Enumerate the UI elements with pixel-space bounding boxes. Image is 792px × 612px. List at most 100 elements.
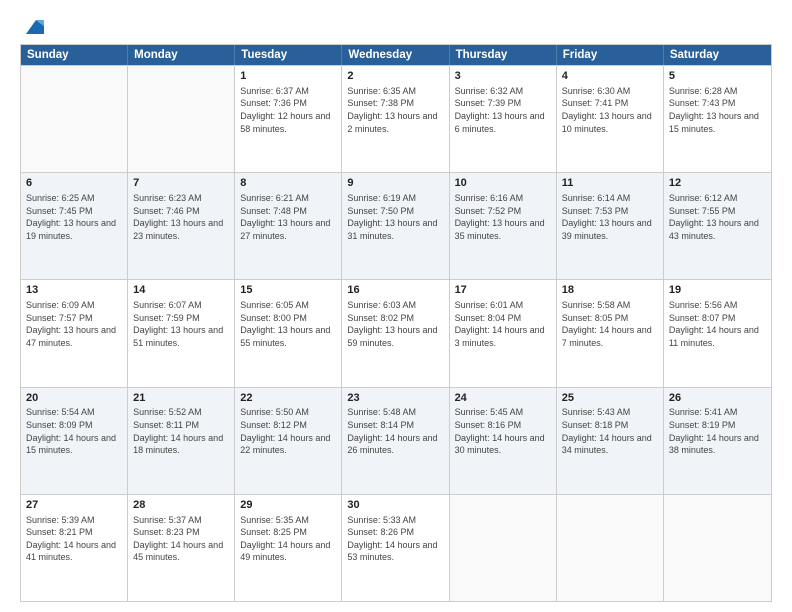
- calendar-cell-3-4: 24Sunrise: 5:45 AMSunset: 8:16 PMDayligh…: [450, 388, 557, 494]
- day-number: 4: [562, 69, 658, 84]
- calendar-cell-4-1: 28Sunrise: 5:37 AMSunset: 8:23 PMDayligh…: [128, 495, 235, 601]
- day-info: Sunrise: 5:39 AMSunset: 8:21 PMDaylight:…: [26, 514, 122, 564]
- day-number: 3: [455, 69, 551, 84]
- calendar-cell-4-0: 27Sunrise: 5:39 AMSunset: 8:21 PMDayligh…: [21, 495, 128, 601]
- day-info: Sunrise: 6:14 AMSunset: 7:53 PMDaylight:…: [562, 192, 658, 242]
- calendar-cell-0-0: [21, 66, 128, 172]
- calendar-cell-0-1: [128, 66, 235, 172]
- day-number: 2: [347, 69, 443, 84]
- day-number: 27: [26, 498, 122, 513]
- day-info: Sunrise: 6:21 AMSunset: 7:48 PMDaylight:…: [240, 192, 336, 242]
- day-number: 9: [347, 176, 443, 191]
- day-info: Sunrise: 6:35 AMSunset: 7:38 PMDaylight:…: [347, 85, 443, 135]
- calendar-cell-2-2: 15Sunrise: 6:05 AMSunset: 8:00 PMDayligh…: [235, 280, 342, 386]
- calendar-cell-3-0: 20Sunrise: 5:54 AMSunset: 8:09 PMDayligh…: [21, 388, 128, 494]
- header-day-thursday: Thursday: [450, 45, 557, 65]
- day-number: 18: [562, 283, 658, 298]
- calendar-cell-1-5: 11Sunrise: 6:14 AMSunset: 7:53 PMDayligh…: [557, 173, 664, 279]
- day-info: Sunrise: 5:41 AMSunset: 8:19 PMDaylight:…: [669, 406, 766, 456]
- calendar-cell-2-5: 18Sunrise: 5:58 AMSunset: 8:05 PMDayligh…: [557, 280, 664, 386]
- calendar-cell-0-6: 5Sunrise: 6:28 AMSunset: 7:43 PMDaylight…: [664, 66, 771, 172]
- page: SundayMondayTuesdayWednesdayThursdayFrid…: [0, 0, 792, 612]
- day-number: 16: [347, 283, 443, 298]
- calendar-cell-1-0: 6Sunrise: 6:25 AMSunset: 7:45 PMDaylight…: [21, 173, 128, 279]
- day-number: 30: [347, 498, 443, 513]
- day-info: Sunrise: 5:45 AMSunset: 8:16 PMDaylight:…: [455, 406, 551, 456]
- calendar-cell-2-4: 17Sunrise: 6:01 AMSunset: 8:04 PMDayligh…: [450, 280, 557, 386]
- day-number: 15: [240, 283, 336, 298]
- calendar-cell-0-2: 1Sunrise: 6:37 AMSunset: 7:36 PMDaylight…: [235, 66, 342, 172]
- calendar-cell-4-4: [450, 495, 557, 601]
- calendar-row-2: 13Sunrise: 6:09 AMSunset: 7:57 PMDayligh…: [21, 279, 771, 386]
- day-number: 12: [669, 176, 766, 191]
- day-info: Sunrise: 5:48 AMSunset: 8:14 PMDaylight:…: [347, 406, 443, 456]
- day-info: Sunrise: 6:01 AMSunset: 8:04 PMDaylight:…: [455, 299, 551, 349]
- calendar-row-3: 20Sunrise: 5:54 AMSunset: 8:09 PMDayligh…: [21, 387, 771, 494]
- day-info: Sunrise: 6:25 AMSunset: 7:45 PMDaylight:…: [26, 192, 122, 242]
- calendar-row-1: 6Sunrise: 6:25 AMSunset: 7:45 PMDaylight…: [21, 172, 771, 279]
- day-info: Sunrise: 5:58 AMSunset: 8:05 PMDaylight:…: [562, 299, 658, 349]
- day-info: Sunrise: 6:05 AMSunset: 8:00 PMDaylight:…: [240, 299, 336, 349]
- day-number: 11: [562, 176, 658, 191]
- day-number: 1: [240, 69, 336, 84]
- day-number: 5: [669, 69, 766, 84]
- day-info: Sunrise: 5:43 AMSunset: 8:18 PMDaylight:…: [562, 406, 658, 456]
- day-info: Sunrise: 6:28 AMSunset: 7:43 PMDaylight:…: [669, 85, 766, 135]
- calendar-cell-3-3: 23Sunrise: 5:48 AMSunset: 8:14 PMDayligh…: [342, 388, 449, 494]
- day-info: Sunrise: 6:03 AMSunset: 8:02 PMDaylight:…: [347, 299, 443, 349]
- day-info: Sunrise: 5:54 AMSunset: 8:09 PMDaylight:…: [26, 406, 122, 456]
- calendar-body: 1Sunrise: 6:37 AMSunset: 7:36 PMDaylight…: [21, 65, 771, 601]
- calendar-cell-2-0: 13Sunrise: 6:09 AMSunset: 7:57 PMDayligh…: [21, 280, 128, 386]
- day-info: Sunrise: 5:37 AMSunset: 8:23 PMDaylight:…: [133, 514, 229, 564]
- day-info: Sunrise: 5:35 AMSunset: 8:25 PMDaylight:…: [240, 514, 336, 564]
- calendar-row-4: 27Sunrise: 5:39 AMSunset: 8:21 PMDayligh…: [21, 494, 771, 601]
- calendar-cell-2-6: 19Sunrise: 5:56 AMSunset: 8:07 PMDayligh…: [664, 280, 771, 386]
- calendar-cell-4-3: 30Sunrise: 5:33 AMSunset: 8:26 PMDayligh…: [342, 495, 449, 601]
- day-number: 8: [240, 176, 336, 191]
- day-number: 20: [26, 391, 122, 406]
- day-number: 7: [133, 176, 229, 191]
- day-info: Sunrise: 6:30 AMSunset: 7:41 PMDaylight:…: [562, 85, 658, 135]
- calendar-cell-1-4: 10Sunrise: 6:16 AMSunset: 7:52 PMDayligh…: [450, 173, 557, 279]
- calendar-row-0: 1Sunrise: 6:37 AMSunset: 7:36 PMDaylight…: [21, 65, 771, 172]
- logo: [20, 16, 44, 34]
- calendar-cell-0-3: 2Sunrise: 6:35 AMSunset: 7:38 PMDaylight…: [342, 66, 449, 172]
- day-number: 17: [455, 283, 551, 298]
- day-info: Sunrise: 6:16 AMSunset: 7:52 PMDaylight:…: [455, 192, 551, 242]
- calendar-cell-4-2: 29Sunrise: 5:35 AMSunset: 8:25 PMDayligh…: [235, 495, 342, 601]
- header: [20, 16, 772, 34]
- calendar-cell-3-6: 26Sunrise: 5:41 AMSunset: 8:19 PMDayligh…: [664, 388, 771, 494]
- header-day-monday: Monday: [128, 45, 235, 65]
- header-day-sunday: Sunday: [21, 45, 128, 65]
- day-info: Sunrise: 6:23 AMSunset: 7:46 PMDaylight:…: [133, 192, 229, 242]
- day-number: 24: [455, 391, 551, 406]
- header-day-tuesday: Tuesday: [235, 45, 342, 65]
- day-number: 25: [562, 391, 658, 406]
- header-day-wednesday: Wednesday: [342, 45, 449, 65]
- calendar-cell-4-5: [557, 495, 664, 601]
- day-info: Sunrise: 6:07 AMSunset: 7:59 PMDaylight:…: [133, 299, 229, 349]
- calendar-cell-3-1: 21Sunrise: 5:52 AMSunset: 8:11 PMDayligh…: [128, 388, 235, 494]
- calendar-cell-1-2: 8Sunrise: 6:21 AMSunset: 7:48 PMDaylight…: [235, 173, 342, 279]
- day-info: Sunrise: 6:19 AMSunset: 7:50 PMDaylight:…: [347, 192, 443, 242]
- calendar-header: SundayMondayTuesdayWednesdayThursdayFrid…: [21, 45, 771, 65]
- day-info: Sunrise: 6:12 AMSunset: 7:55 PMDaylight:…: [669, 192, 766, 242]
- calendar-cell-1-6: 12Sunrise: 6:12 AMSunset: 7:55 PMDayligh…: [664, 173, 771, 279]
- calendar-cell-3-2: 22Sunrise: 5:50 AMSunset: 8:12 PMDayligh…: [235, 388, 342, 494]
- day-number: 23: [347, 391, 443, 406]
- day-info: Sunrise: 5:56 AMSunset: 8:07 PMDaylight:…: [669, 299, 766, 349]
- header-day-saturday: Saturday: [664, 45, 771, 65]
- day-number: 19: [669, 283, 766, 298]
- day-info: Sunrise: 6:37 AMSunset: 7:36 PMDaylight:…: [240, 85, 336, 135]
- calendar-cell-0-5: 4Sunrise: 6:30 AMSunset: 7:41 PMDaylight…: [557, 66, 664, 172]
- day-info: Sunrise: 5:33 AMSunset: 8:26 PMDaylight:…: [347, 514, 443, 564]
- calendar-cell-0-4: 3Sunrise: 6:32 AMSunset: 7:39 PMDaylight…: [450, 66, 557, 172]
- calendar-cell-2-1: 14Sunrise: 6:07 AMSunset: 7:59 PMDayligh…: [128, 280, 235, 386]
- day-number: 14: [133, 283, 229, 298]
- calendar-cell-1-3: 9Sunrise: 6:19 AMSunset: 7:50 PMDaylight…: [342, 173, 449, 279]
- calendar-cell-4-6: [664, 495, 771, 601]
- day-number: 28: [133, 498, 229, 513]
- day-number: 29: [240, 498, 336, 513]
- header-day-friday: Friday: [557, 45, 664, 65]
- day-number: 13: [26, 283, 122, 298]
